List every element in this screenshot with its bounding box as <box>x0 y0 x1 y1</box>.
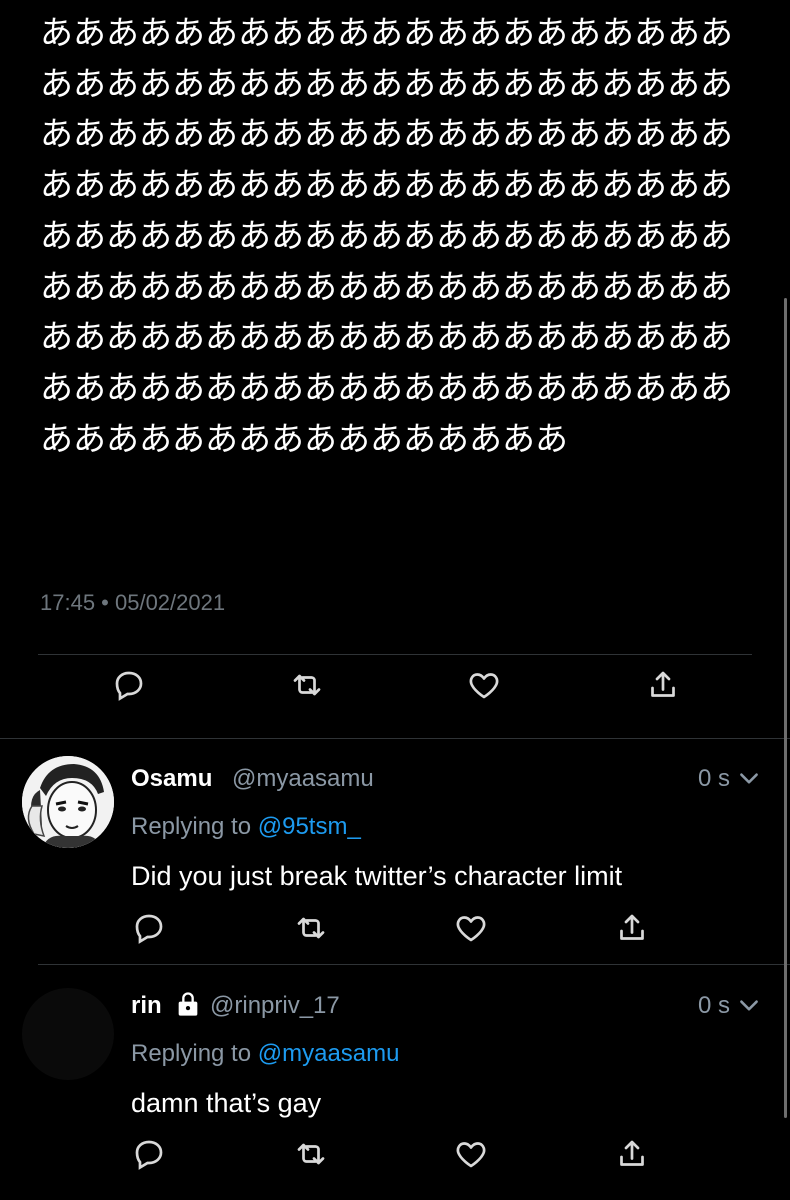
reply-icon[interactable] <box>131 1136 167 1172</box>
reply-actions <box>0 910 790 950</box>
retweet-icon[interactable] <box>293 1136 329 1172</box>
tweet-timestamp[interactable]: 17:45 • 05/02/2021 <box>40 590 225 616</box>
reply-author-handle[interactable]: @rinpriv_17 <box>210 992 340 1020</box>
like-icon[interactable] <box>453 910 489 946</box>
replying-to-label: Replying to <box>131 1040 258 1067</box>
reply-icon[interactable] <box>131 910 167 946</box>
share-icon[interactable] <box>645 667 681 703</box>
replying-to: Replying to @95tsm_ <box>131 813 361 841</box>
replying-to-mention[interactable]: @95tsm_ <box>258 813 361 840</box>
scrollbar[interactable] <box>784 298 787 1118</box>
replying-to: Replying to @myaasamu <box>131 1040 400 1068</box>
like-icon[interactable] <box>466 667 502 703</box>
reply-time: 0 s <box>697 992 730 1019</box>
replying-to-mention[interactable]: @myaasamu <box>258 1040 400 1067</box>
retweet-icon[interactable] <box>289 667 325 703</box>
lock-icon <box>174 990 202 1018</box>
share-icon[interactable] <box>614 1136 650 1172</box>
avatar[interactable] <box>22 988 114 1080</box>
retweet-icon[interactable] <box>293 910 329 946</box>
like-icon[interactable] <box>453 1136 489 1172</box>
tweet-text: ああああああああああああああああああああああああああああああああああああああああ… <box>40 13 733 458</box>
divider <box>38 654 752 655</box>
chevron-down-icon[interactable] <box>736 993 762 1019</box>
reply-author-handle[interactable]: @myaasamu <box>232 765 374 793</box>
chevron-down-icon[interactable] <box>736 766 762 792</box>
reply-author-name[interactable]: Osamu <box>131 765 212 793</box>
reply-actions <box>0 1136 790 1176</box>
reply-text: Did you just break twitter’s character l… <box>131 861 623 891</box>
reply-icon[interactable] <box>111 667 147 703</box>
avatar-illustration <box>22 756 114 848</box>
reply-time: 0 s <box>697 765 730 792</box>
replying-to-label: Replying to <box>131 813 258 840</box>
reply-author-name[interactable]: rin <box>131 992 162 1020</box>
reply-text: damn that’s gay <box>131 1088 322 1118</box>
share-icon[interactable] <box>614 910 650 946</box>
avatar[interactable] <box>22 756 114 848</box>
divider <box>38 964 790 965</box>
tweet-actions <box>0 667 790 707</box>
divider <box>0 738 790 739</box>
